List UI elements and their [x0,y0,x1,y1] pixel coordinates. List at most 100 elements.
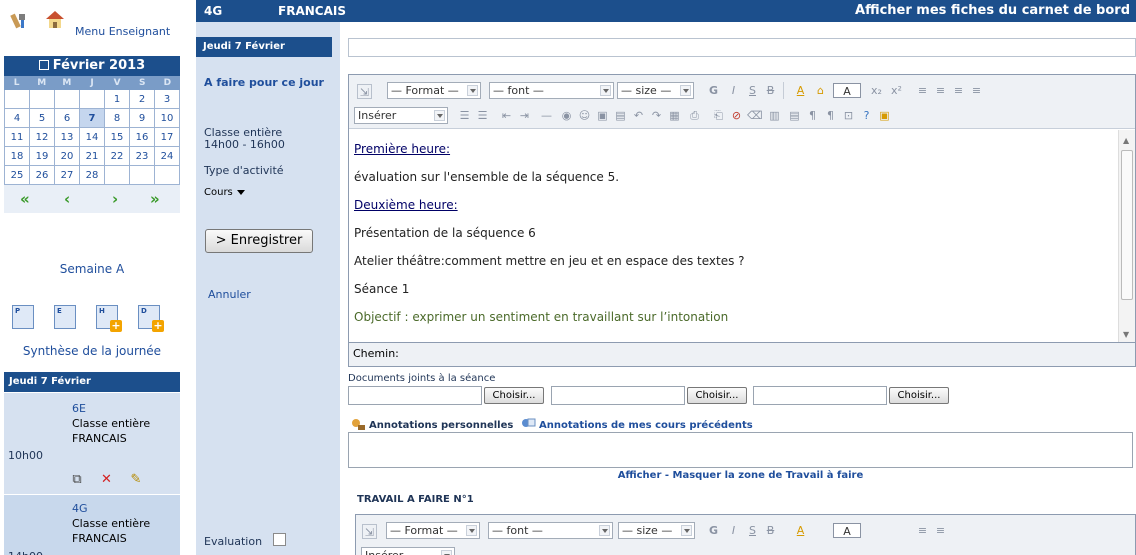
calendar-day[interactable]: 28 [80,166,105,185]
toggle-travail-link[interactable]: Afficher - Masquer la zone de Travail à … [348,470,1133,481]
calendar-day[interactable]: 14 [80,128,105,147]
add-doc-icon[interactable]: ▣ [877,108,892,123]
carnet-link[interactable]: Afficher mes fiches du carnet de bord [855,0,1130,22]
calendar-day[interactable]: 4 [5,109,30,128]
preview-icon[interactable]: ⊡ [841,108,856,123]
indent-icon[interactable]: ⇥ [517,108,532,123]
format-select[interactable]: — Format — [387,82,481,99]
calendar-day[interactable]: 3 [155,90,180,109]
picture-icon[interactable]: ▣ [595,108,610,123]
align-left-icon[interactable]: ≡ [915,83,930,98]
rich-text-editor[interactable]: ⇲ — Format — — font — — size — G I S B A… [348,74,1136,367]
scroll-thumb[interactable] [1121,150,1133,300]
calendar-day[interactable]: 23 [130,147,155,166]
synthese-link[interactable]: Synthèse de la journée [0,344,184,358]
smiley-icon[interactable]: ☺ [577,108,592,123]
edit-icon[interactable]: ✎ [129,473,143,487]
prev-week-icon[interactable]: ‹ [64,192,70,207]
next-week-icon[interactable]: › [112,192,118,207]
calendar-day[interactable]: 13 [55,128,80,147]
strike-icon[interactable]: B [763,83,778,98]
calendar-day[interactable]: 1 [105,90,130,109]
source-icon[interactable]: ⇲ [357,84,372,99]
calendar-day[interactable]: 2 [130,90,155,109]
file-input-3[interactable] [753,386,887,405]
source-icon[interactable]: ⇲ [362,524,377,539]
help-icon[interactable]: ? [859,108,874,123]
outdent-icon[interactable]: ⇤ [499,108,514,123]
size-select[interactable]: — size — [617,82,694,99]
copy-icon[interactable]: ⧉ [70,473,84,487]
link-icon[interactable]: ⊘ [729,108,744,123]
file-input-1[interactable] [348,386,482,405]
choose-button-2[interactable]: Choisir... [687,387,747,404]
strike-icon[interactable]: B [763,523,778,538]
choose-button-3[interactable]: Choisir... [889,387,949,404]
text-style-icon[interactable]: A [833,523,861,538]
font-select[interactable]: — font — [489,82,614,99]
underline-icon[interactable]: S [745,83,760,98]
calendar-day[interactable]: 24 [155,147,180,166]
calendar-day[interactable]: 11 [5,128,30,147]
cancel-link[interactable]: Annuler [208,288,251,301]
previous-annotations[interactable]: Annotations de mes cours précédents [520,418,753,432]
align-center-icon[interactable]: ≡ [933,83,948,98]
calendar-day[interactable]: 25 [5,166,30,185]
editor-scrollbar[interactable]: ▲ ▼ [1118,130,1135,343]
text-style-icon[interactable]: A [833,83,861,98]
image-icon[interactable]: ◉ [559,108,574,123]
eraser-icon[interactable]: ⌫ [747,108,763,123]
font-select[interactable]: — font — [488,522,613,539]
highlight-icon[interactable]: ⌂ [813,83,828,98]
subscript-icon[interactable]: x₂ [869,83,884,98]
align-right-icon[interactable]: ≡ [951,83,966,98]
annotations-textarea[interactable] [348,432,1133,468]
ltr-icon[interactable]: ¶ [805,108,820,123]
evaluation-checkbox[interactable] [273,533,286,546]
calendar-day[interactable]: 20 [55,147,80,166]
redo-icon[interactable]: ↷ [649,108,664,123]
home-icon[interactable] [45,10,65,30]
planning-p-icon[interactable]: P [12,305,34,329]
calendar-day[interactable]: 16 [130,128,155,147]
calendar-day[interactable]: 21 [80,147,105,166]
paste-icon[interactable]: ⎗ [711,108,726,123]
scroll-down-icon[interactable]: ▼ [1123,330,1129,339]
menu-enseignant-link[interactable]: Menu Enseignant [75,25,170,38]
calendar-day[interactable]: 7 [80,109,105,128]
calendar-day[interactable]: 9 [130,109,155,128]
align-center-icon[interactable]: ≡ [933,523,948,538]
calendar-day[interactable]: 6 [55,109,80,128]
bullet-list-icon[interactable]: ☰ [475,108,490,123]
grid-icon[interactable]: ▥ [767,108,782,123]
format-select[interactable]: — Format — [386,522,480,539]
planning-e-icon[interactable]: E [54,305,76,329]
file-input-2[interactable] [551,386,685,405]
calendar-day[interactable]: 22 [105,147,130,166]
table-icon[interactable]: ▦ [667,108,682,123]
prev-month-icon[interactable]: « [20,192,30,207]
calendar-day[interactable]: 27 [55,166,80,185]
align-left-icon[interactable]: ≡ [915,523,930,538]
italic-icon[interactable]: I [726,523,741,538]
editor-content[interactable]: Première heure: évaluation sur l'ensembl… [349,130,1119,343]
type-select[interactable]: Cours [204,187,245,198]
font-color-icon[interactable]: A [793,523,808,538]
insert-select[interactable]: Insérer [361,547,455,555]
ordered-list-icon[interactable]: ☰ [457,108,472,123]
add-h-icon[interactable]: H + [96,305,122,332]
underline-icon[interactable]: S [745,523,760,538]
calendar-day[interactable]: 10 [155,109,180,128]
calendar-day[interactable]: 17 [155,128,180,147]
rtl-icon[interactable]: ¶ [823,108,838,123]
italic-icon[interactable]: I [726,83,741,98]
horizontal-rule-icon[interactable]: — [539,108,554,123]
size-select[interactable]: — size — [618,522,695,539]
insert-select[interactable]: Insérer [354,107,448,124]
date-title-input[interactable] [348,38,1136,57]
layout-icon[interactable]: ▤ [787,108,802,123]
bold-icon[interactable]: G [706,523,721,538]
tools-icon[interactable] [10,10,30,30]
personal-annotations[interactable]: Annotations personnelles [350,418,513,432]
calendar-day[interactable]: 5 [30,109,55,128]
